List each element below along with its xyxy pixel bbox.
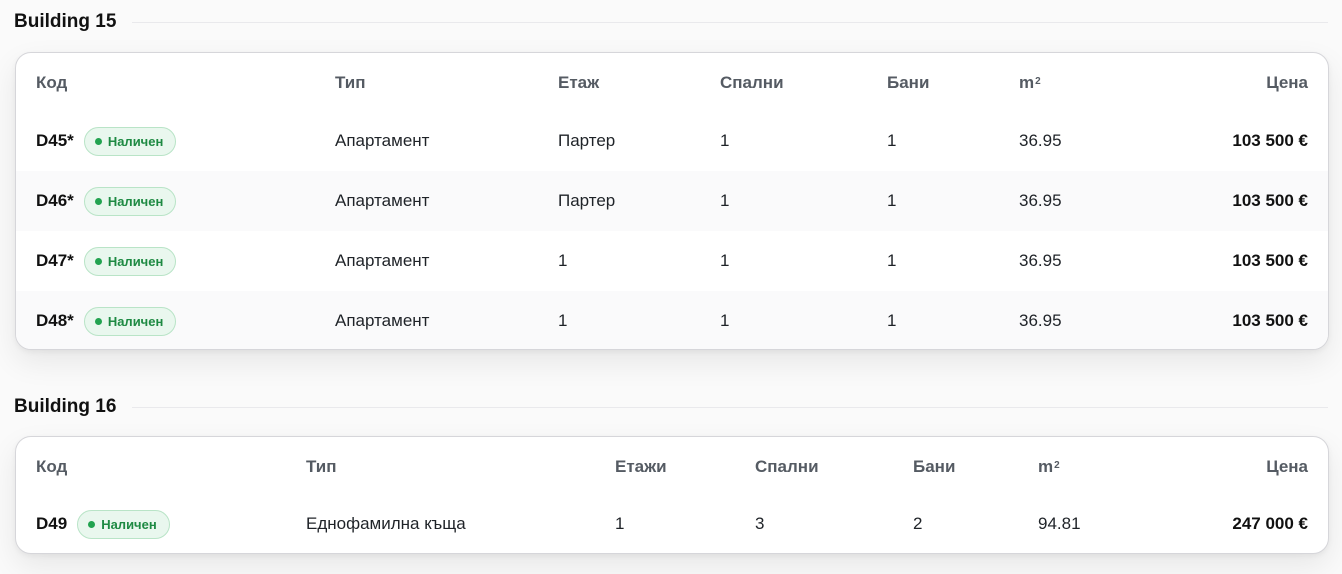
col-header-bathrooms: Бани [887,73,930,92]
col-header-bathrooms: Бани [913,457,956,476]
unit-type: Апартамент [335,251,430,270]
unit-code-cell[interactable]: D48* Наличен [36,291,177,349]
table-header: Код Тип Етажи Спални Бани m2 Цена [16,437,1328,497]
status-label: Наличен [107,133,164,149]
section-header: Building 15 [14,0,1328,44]
unit-floor: Партер [558,131,616,150]
area-unit-superscript: 2 [1035,75,1041,87]
unit-price: 103 500 € [1232,251,1308,270]
unit-bathrooms: 1 [887,251,897,270]
col-header-area: m2 [1038,437,1060,497]
area-unit: m [1038,457,1054,476]
unit-code-cell[interactable]: D46* Наличен [36,171,177,231]
col-header-code: Код [36,73,68,92]
status-label: Наличен [107,313,164,329]
table-row[interactable]: D47* Наличен Апартамент 1 1 1 36.95 103 … [16,231,1328,291]
unit-type: Апартамент [335,311,430,330]
col-header-bedrooms: Спални [755,457,819,476]
col-header-code: Код [36,457,68,476]
table-row[interactable]: D48* Наличен Апартамент 1 1 1 36.95 103 … [16,291,1328,349]
section-divider [132,21,1328,23]
col-header-area: m2 [1019,53,1041,113]
unit-code-cell[interactable]: D47* Наличен [36,231,177,291]
unit-area: 36.95 [1019,191,1062,210]
section-divider [132,406,1328,408]
unit-bathrooms: 1 [887,311,897,330]
status-badge: Наличен [83,186,177,216]
status-badge: Наличен [83,246,177,276]
status-label: Наличен [101,516,157,532]
status-dot-icon [94,137,102,145]
unit-price: 103 500 € [1232,191,1308,210]
unit-code[interactable]: D49 [36,514,67,534]
status-label: Наличен [107,253,164,269]
status-badge: Наличен [83,126,177,156]
area-unit: m [1019,73,1035,92]
unit-area: 36.95 [1019,251,1062,270]
unit-bedrooms: 3 [755,514,765,533]
unit-type: Еднофамилна къща [306,514,466,533]
unit-floors: 1 [615,514,625,533]
status-dot-icon [94,317,102,325]
unit-price: 103 500 € [1232,311,1308,330]
status-dot-icon [94,197,102,205]
table-header: Код Тип Етаж Спални Бани m2 Цена [16,53,1328,113]
unit-floor: 1 [558,251,568,270]
unit-price: 247 000 € [1232,514,1308,533]
unit-code[interactable]: D47* [36,251,74,271]
status-label: Наличен [107,193,164,209]
section-title: Building 15 [14,11,117,32]
section-header: Building 16 [14,385,1328,429]
section-title: Building 16 [14,396,117,417]
status-badge: Наличен [77,509,170,539]
unit-code[interactable]: D45* [36,131,74,151]
unit-code[interactable]: D46* [36,191,74,211]
unit-code-cell[interactable]: D49 Наличен [36,494,170,553]
unit-code[interactable]: D48* [36,311,74,331]
table-row[interactable]: D49 Наличен Еднофамилна къща 1 3 2 94.81… [16,494,1328,553]
col-header-type: Тип [306,457,337,476]
col-header-price: Цена [1266,73,1308,92]
unit-area: 36.95 [1019,131,1062,150]
units-table: Код Тип Етаж Спални Бани m2 Цена D45* На… [15,52,1329,350]
unit-bedrooms: 1 [720,311,730,330]
unit-area: 94.81 [1038,514,1081,533]
unit-type: Апартамент [335,191,430,210]
col-header-floor: Етаж [558,73,600,92]
status-dot-icon [94,257,102,265]
unit-code-cell[interactable]: D45* Наличен [36,111,177,171]
col-header-floors: Етажи [615,457,667,476]
status-dot-icon [88,520,96,528]
unit-bedrooms: 1 [720,251,730,270]
unit-bedrooms: 1 [720,131,730,150]
unit-type: Апартамент [335,131,430,150]
unit-bedrooms: 1 [720,191,730,210]
unit-floor: 1 [558,311,568,330]
unit-bathrooms: 2 [913,514,923,533]
units-table: Код Тип Етажи Спални Бани m2 Цена D49 На… [15,436,1329,554]
unit-price: 103 500 € [1232,131,1308,150]
unit-bathrooms: 1 [887,191,897,210]
area-unit-superscript: 2 [1054,459,1060,471]
col-header-type: Тип [335,73,366,92]
unit-area: 36.95 [1019,311,1062,330]
table-row[interactable]: D45* Наличен Апартамент Партер 1 1 36.95… [16,111,1328,171]
unit-floor: Партер [558,191,616,210]
status-badge: Наличен [83,306,177,336]
unit-bathrooms: 1 [887,131,897,150]
col-header-bedrooms: Спални [720,73,784,92]
table-row[interactable]: D46* Наличен Апартамент Партер 1 1 36.95… [16,171,1328,231]
col-header-price: Цена [1266,457,1308,476]
